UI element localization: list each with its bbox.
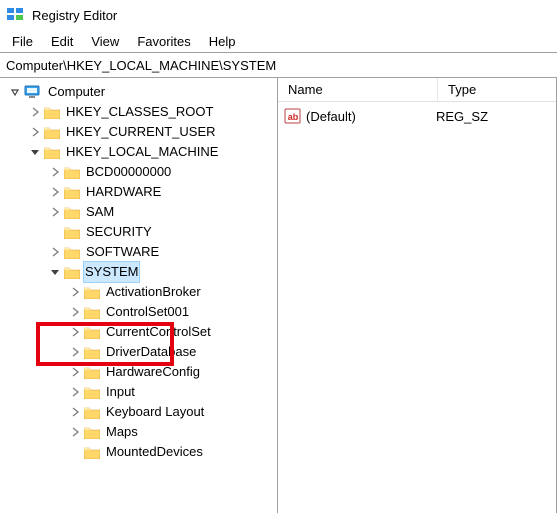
tree-label: ControlSet001 — [104, 302, 191, 322]
folder-icon — [64, 205, 80, 219]
values-header: Name Type — [278, 78, 556, 102]
chevron-right-icon[interactable] — [28, 125, 42, 139]
chevron-right-icon[interactable] — [68, 325, 82, 339]
menu-edit[interactable]: Edit — [43, 32, 81, 51]
tree-node-keyboardlayout[interactable]: Keyboard Layout — [0, 402, 277, 422]
folder-icon — [44, 105, 60, 119]
tree-label: HARDWARE — [84, 182, 163, 202]
tree-node-bcd[interactable]: BCD00000000 — [0, 162, 277, 182]
value-name: (Default) — [306, 109, 436, 124]
tree-node-hkcr[interactable]: HKEY_CLASSES_ROOT — [0, 102, 277, 122]
tree-node-software[interactable]: SOFTWARE — [0, 242, 277, 262]
tree-node-activationbroker[interactable]: ActivationBroker — [0, 282, 277, 302]
chevron-right-icon[interactable] — [68, 345, 82, 359]
folder-icon — [84, 365, 100, 379]
folder-icon — [84, 305, 100, 319]
column-header-type[interactable]: Type — [438, 78, 556, 101]
tree-node-maps[interactable]: Maps — [0, 422, 277, 442]
folder-icon — [84, 405, 100, 419]
tree-node-system[interactable]: SYSTEM — [0, 262, 277, 282]
values-pane: Name Type ab (Default) REG_SZ — [278, 78, 556, 513]
chevron-right-icon[interactable] — [68, 405, 82, 419]
value-row-default[interactable]: ab (Default) REG_SZ — [278, 106, 556, 126]
chevron-down-icon[interactable] — [48, 265, 62, 279]
tree-node-controlset001[interactable]: ControlSet001 — [0, 302, 277, 322]
column-header-name[interactable]: Name — [278, 78, 438, 101]
chevron-right-icon[interactable] — [68, 305, 82, 319]
value-type: REG_SZ — [436, 109, 488, 124]
folder-icon — [84, 445, 100, 459]
tree-node-security[interactable]: SECURITY — [0, 222, 277, 242]
computer-icon — [24, 85, 42, 99]
tree-node-hkcu[interactable]: HKEY_CURRENT_USER — [0, 122, 277, 142]
folder-icon — [84, 385, 100, 399]
chevron-right-icon[interactable] — [48, 185, 62, 199]
regedit-icon — [6, 6, 24, 24]
tree-node-driverdatabase[interactable]: DriverDatabase — [0, 342, 277, 362]
address-input[interactable] — [0, 53, 557, 77]
chevron-right-icon[interactable] — [68, 385, 82, 399]
folder-icon — [64, 185, 80, 199]
tree-label: ActivationBroker — [104, 282, 203, 302]
tree-node-sam[interactable]: SAM — [0, 202, 277, 222]
tree-label: MountedDevices — [104, 442, 205, 462]
menu-help[interactable]: Help — [201, 32, 244, 51]
tree-label: Input — [104, 382, 137, 402]
menu-bar: File Edit View Favorites Help — [0, 30, 557, 52]
chevron-right-icon[interactable] — [48, 205, 62, 219]
tree-label: SECURITY — [84, 222, 154, 242]
folder-icon — [44, 125, 60, 139]
tree-label: Computer — [46, 82, 107, 102]
tree-label: Keyboard Layout — [104, 402, 206, 422]
tree-node-mounteddevices[interactable]: MountedDevices — [0, 442, 277, 462]
folder-icon — [84, 425, 100, 439]
window-title: Registry Editor — [32, 8, 117, 23]
folder-icon — [84, 285, 100, 299]
chevron-right-icon[interactable] — [68, 285, 82, 299]
tree-pane[interactable]: Computer HKEY_CLASSES_ROOT — [0, 78, 278, 513]
registry-tree: Computer HKEY_CLASSES_ROOT — [0, 82, 277, 513]
values-list: ab (Default) REG_SZ — [278, 102, 556, 513]
menu-file[interactable]: File — [4, 32, 41, 51]
tree-node-hardware[interactable]: HARDWARE — [0, 182, 277, 202]
tree-label: BCD00000000 — [84, 162, 173, 182]
tree-node-input[interactable]: Input — [0, 382, 277, 402]
folder-icon — [84, 325, 100, 339]
tree-label: HKEY_LOCAL_MACHINE — [64, 142, 220, 162]
menu-favorites[interactable]: Favorites — [129, 32, 198, 51]
tree-label: CurrentControlSet — [104, 322, 213, 342]
menu-view[interactable]: View — [83, 32, 127, 51]
folder-icon — [64, 165, 80, 179]
tree-label: SOFTWARE — [84, 242, 161, 262]
main-split: Computer HKEY_CLASSES_ROOT — [0, 78, 557, 513]
folder-icon — [64, 225, 80, 239]
tree-node-hklm[interactable]: HKEY_LOCAL_MACHINE — [0, 142, 277, 162]
chevron-right-icon[interactable] — [28, 105, 42, 119]
folder-icon — [64, 245, 80, 259]
tree-label: HKEY_CURRENT_USER — [64, 122, 218, 142]
svg-text:ab: ab — [288, 112, 299, 122]
address-bar — [0, 52, 557, 78]
chevron-down-icon[interactable] — [28, 145, 42, 159]
tree-label: Maps — [104, 422, 140, 442]
folder-icon — [64, 265, 80, 279]
tree-label: SYSTEM — [83, 261, 140, 283]
folder-icon — [44, 145, 60, 159]
folder-icon — [84, 345, 100, 359]
chevron-down-icon[interactable] — [8, 85, 22, 99]
tree-node-hardwareconfig[interactable]: HardwareConfig — [0, 362, 277, 382]
tree-label: HKEY_CLASSES_ROOT — [64, 102, 215, 122]
chevron-right-icon[interactable] — [68, 365, 82, 379]
string-value-icon: ab — [284, 108, 302, 124]
chevron-right-icon[interactable] — [48, 165, 62, 179]
tree-node-computer[interactable]: Computer — [0, 82, 277, 102]
chevron-right-icon[interactable] — [68, 425, 82, 439]
tree-label: DriverDatabase — [104, 342, 198, 362]
title-bar: Registry Editor — [0, 0, 557, 30]
chevron-right-icon[interactable] — [48, 245, 62, 259]
tree-node-currentcontrolset[interactable]: CurrentControlSet — [0, 322, 277, 342]
tree-label: HardwareConfig — [104, 362, 202, 382]
tree-label: SAM — [84, 202, 116, 222]
